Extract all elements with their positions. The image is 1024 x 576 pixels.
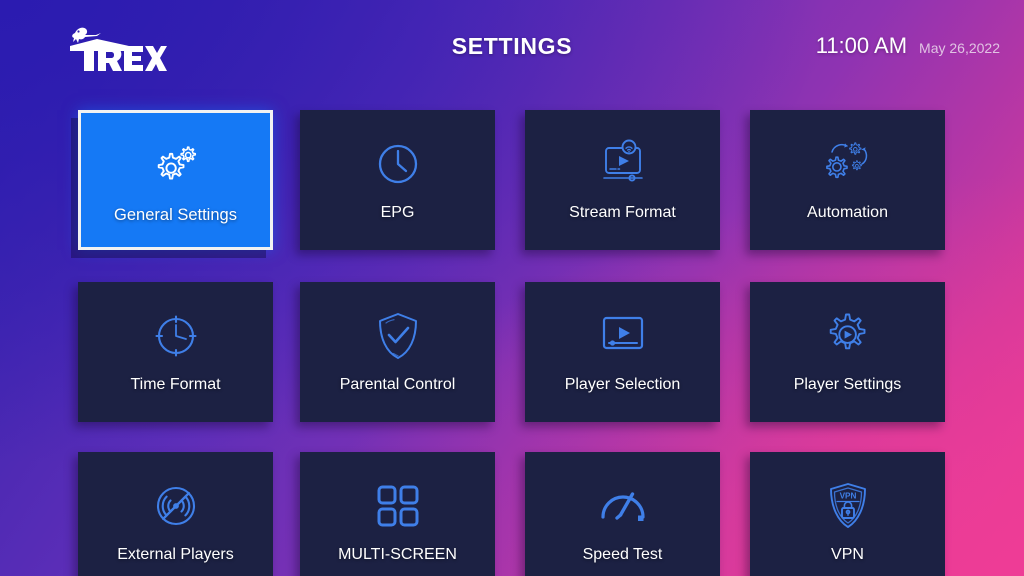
video-player-icon [597,310,649,362]
gear-play-icon [822,310,874,362]
tile-label: Player Selection [564,376,681,393]
tile-time-format[interactable]: Time Format [78,282,273,422]
tile-automation[interactable]: Automation [750,110,945,250]
tile-player-selection[interactable]: Player Selection [525,282,720,422]
tile-stream-format[interactable]: Stream Format [525,110,720,250]
current-date: May 26,2022 [919,40,1000,56]
tile-label: External Players [117,546,234,563]
shield-check-icon [372,310,424,362]
tile-label: VPN [831,546,864,563]
tile-parental-control[interactable]: Parental Control [300,282,495,422]
current-time: 11:00 AM [815,33,908,58]
vpn-shield-lock-icon: VPN [822,480,874,532]
tile-label: Player Settings [793,376,902,393]
speedometer-icon [597,480,649,532]
tile-label: EPG [380,204,415,221]
tile-multi-screen[interactable]: MULTI-SCREEN [300,452,495,576]
tile-external-players[interactable]: External Players [78,452,273,576]
tile-vpn[interactable]: VPN VPN [750,452,945,576]
svg-text:VPN: VPN [839,492,856,501]
tile-label: MULTI-SCREEN [338,546,457,563]
clock-ticks-icon [150,310,202,362]
tile-speed-test[interactable]: Speed Test [525,452,720,576]
monitor-stream-icon [597,138,649,190]
tile-label: Automation [807,204,888,221]
tile-player-settings[interactable]: Player Settings [750,282,945,422]
settings-screen: SETTINGS 11:00 AM May 26,2022 General Se… [0,0,1024,576]
gears-icon [150,138,202,190]
clock-area: 11:00 AM May 26,2022 [816,33,1000,59]
automation-gears-icon [822,138,874,190]
tile-label: Parental Control [339,376,456,393]
tile-epg[interactable]: EPG [300,110,495,250]
tile-label: Time Format [130,376,221,393]
header-bar: SETTINGS 11:00 AM May 26,2022 [0,0,1024,96]
tile-label: Speed Test [582,546,663,563]
disc-signal-icon [150,480,202,532]
tile-general-settings[interactable]: General Settings [78,110,273,250]
grid-four-icon [372,480,424,532]
tile-label: Stream Format [569,204,676,221]
clock-icon [372,138,424,190]
tile-label: General Settings [114,206,237,224]
